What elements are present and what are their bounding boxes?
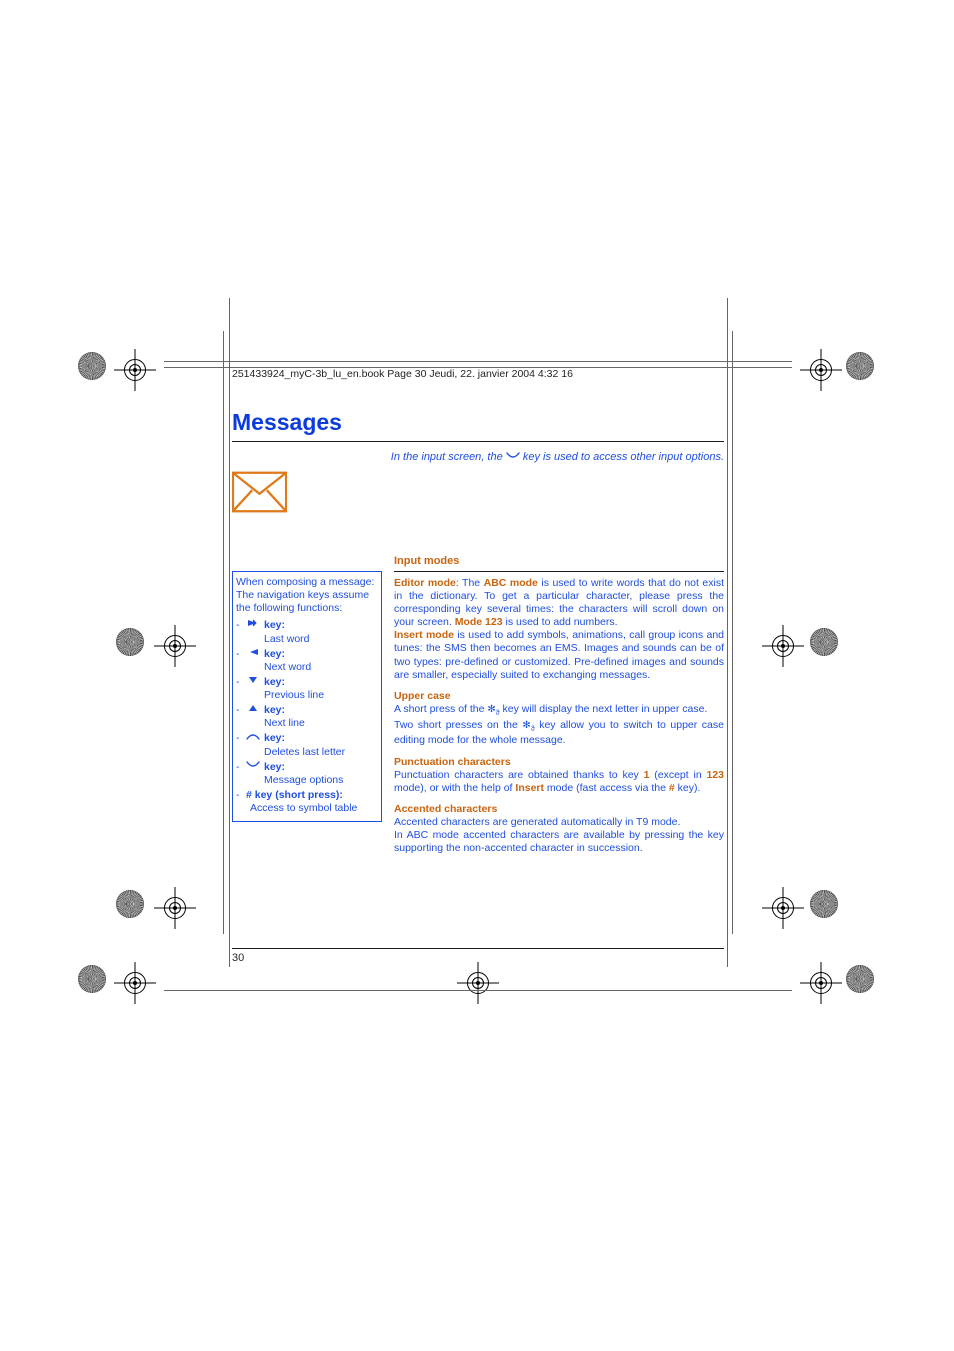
sidebar-item-label: key: [264,732,285,744]
sidebar-item-desc: Deletes last letter [236,746,378,759]
sidebar-item-label: key: [264,704,285,716]
crosshair-icon [463,968,493,998]
crop-mark [164,361,792,362]
dash: - [236,676,246,689]
registration-corner-icon [116,890,144,918]
sidebar-item-label: key: [264,676,285,688]
sidebar-intro: When composing a message: The navigation… [236,576,378,615]
text: mode (fast access via the [544,782,669,794]
paragraph-accented-2: In ABC mode accented characters are avai… [394,829,724,855]
ok-key-icon [246,732,260,740]
crop-rule [727,298,728,967]
registration-corner-icon [846,352,874,380]
sidebar-item-label: # key (short press): [246,789,343,801]
sidebar-item-desc: Previous line [236,689,378,702]
crop-rule [229,298,230,967]
text: A short press of the [394,703,487,715]
cancel-key-icon [506,451,523,463]
term-abc-mode: ABC mode [484,577,538,589]
star-key-icon: ✻ϑ [522,720,534,731]
paragraph-upper-case-2: Two short presses on the ✻ϑ key allow yo… [394,719,724,748]
crosshair-icon [160,631,190,661]
heading-accented: Accented characters [394,803,724,816]
nav-right-icon [246,619,260,627]
intro-pre: In the input screen, the [391,451,506,463]
page-number: 30 [232,952,244,964]
registration-corner-icon [78,965,106,993]
registration-corner-icon [846,965,874,993]
sidebar-key-row: - key: [236,648,378,661]
crosshair-icon [806,968,836,998]
page-frame: 251433924_myC-3b_lu_en.book Page 30 Jeud… [223,331,733,934]
sidebar-item-desc: Access to symbol table [236,802,378,815]
sidebar-key-row: - key: [236,619,378,632]
page-header-file-info: 251433924_myC-3b_lu_en.book Page 30 Jeud… [232,368,573,380]
registration-corner-icon [116,628,144,656]
text: Punctuation characters are obtained than… [394,769,644,781]
footer-rule [232,948,724,949]
crosshair-icon [120,355,150,385]
sidebar-key-row: - key: [236,732,378,745]
sidebar-item-label: key: [264,648,285,660]
crosshair-icon [160,893,190,923]
paragraph-punctuation: Punctuation characters are obtained than… [394,769,724,795]
sidebar-item-desc: Next line [236,717,378,730]
crop-mark [164,990,792,991]
cancel-key-icon [246,761,260,769]
sidebar-key-row: - # key (short press): [236,789,378,802]
heading-upper-case: Upper case [394,690,724,703]
sidebar-item-label: key: [264,761,285,773]
sidebar-item-label: key: [264,619,285,631]
heading-input-modes: Input modes [394,555,724,572]
registration-corner-icon [78,352,106,380]
crosshair-icon [768,893,798,923]
term-insert: Insert [515,782,544,794]
registration-corner-icon [810,890,838,918]
dash: - [236,732,246,745]
paragraph-upper-case: A short press of the ✻ϑ key will display… [394,703,724,719]
dash: - [236,761,246,774]
envelope-icon [232,471,287,513]
term-editor-mode: Editor mode [394,577,456,589]
sidebar-item-desc: Last word [236,633,378,646]
dash: - [236,789,246,802]
paragraph-accented-1: Accented characters are generated automa… [394,816,724,829]
term-insert-mode: Insert mode [394,629,454,641]
crosshair-icon [768,631,798,661]
heading-punctuation: Punctuation characters [394,756,724,769]
text: (except in [649,769,706,781]
text: Two short presses on the [394,719,522,731]
text: is used to add numbers. [503,616,618,628]
paragraph-editor-mode: Editor mode: The ABC mode is used to wri… [394,577,724,630]
text: mode), or with the help of [394,782,515,794]
crosshair-icon [120,968,150,998]
sidebar-key-row: - key: [236,761,378,774]
dash: - [236,619,246,632]
sidebar-key-row: - key: [236,676,378,689]
text: : The [456,577,484,589]
dash: - [236,648,246,661]
nav-up-icon [246,704,260,712]
term-123: 123 [706,769,724,781]
sidebar-item-desc: Next word [236,661,378,674]
term-mode-123: Mode 123 [455,616,503,628]
chapter-title: Messages [232,409,342,436]
sidebar-help-box: When composing a message: The navigation… [232,571,382,822]
text: key will display the next letter in uppe… [500,703,708,715]
star-key-icon: ✻ϑ [487,704,499,715]
main-content: Input modes Editor mode: The ABC mode is… [394,555,724,855]
paragraph-insert-mode: Insert mode is used to add symbols, anim… [394,629,724,682]
crosshair-icon [806,355,836,385]
nav-left-icon [246,648,260,656]
registration-corner-icon [810,628,838,656]
sidebar-key-row: - key: [236,704,378,717]
intro-post: key is used to access other input option… [523,451,724,463]
title-underline [232,440,724,442]
text: key). [675,782,701,794]
dash: - [236,704,246,717]
sidebar-item-desc: Message options [236,774,378,787]
nav-down-icon [246,676,260,684]
intro-text: In the input screen, the key is used to … [389,451,724,463]
